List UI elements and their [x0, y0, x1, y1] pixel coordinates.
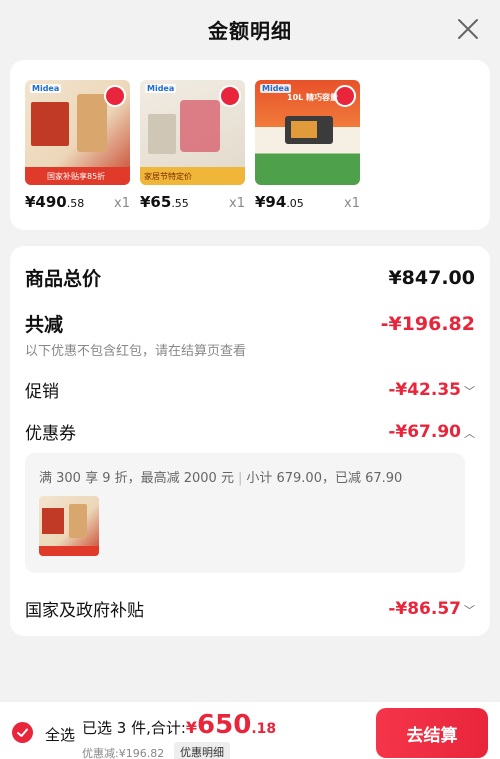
total-price-value: ¥847.00 — [388, 266, 475, 289]
page-title: 金额明细 — [208, 18, 292, 43]
promo-row[interactable]: 促销 -¥42.35 ﹀ — [25, 377, 475, 403]
reduce-label: 共减 — [25, 314, 64, 336]
coupon-detail-box: 满 300 享 9 折，最高减 2000 元 | 小计 679.00，已减 67.9… — [25, 453, 465, 573]
chevron-down-icon: ﹀ — [464, 384, 475, 398]
header: 金额明细 — [0, 0, 500, 58]
selected-check-icon[interactable] — [219, 85, 241, 107]
reduce-note: 以下优惠不包含红包，请在结算页查看 — [25, 344, 247, 359]
promo-strip: 家居节特定价 — [140, 167, 245, 185]
order-summary: 已选 3 件,合计:¥650.18 — [82, 710, 277, 740]
product-item[interactable]: Midea 国家补贴享85折 ¥490.58 x1 — [25, 80, 130, 230]
chevron-down-icon: ﹀ — [464, 603, 475, 617]
total-price-label: 商品总价 — [25, 268, 102, 290]
check-icon — [17, 728, 28, 737]
coupon-row[interactable]: 优惠券 -¥67.90 ︿ — [25, 419, 475, 445]
saved-amount: 优惠减:¥196.82 — [82, 747, 165, 759]
reduce-row: 共减 -¥196.82 — [25, 310, 475, 337]
coupon-product-image — [39, 496, 99, 556]
select-all-checkbox[interactable] — [12, 722, 33, 743]
chevron-up-icon: ︿ — [464, 426, 475, 440]
product-price: ¥94.05 — [255, 193, 304, 211]
product-qty: x1 — [229, 196, 245, 211]
select-all-label[interactable]: 全选 — [45, 724, 75, 745]
total-amount: ¥650.18 — [185, 710, 277, 740]
amount-details: 商品总价 ¥847.00 共减 -¥196.82 以下优惠不包含红包，请在结算页… — [10, 246, 490, 636]
product-price: ¥65.55 — [140, 193, 189, 211]
price-row: ¥94.05 x1 — [255, 193, 360, 211]
brand-logo: Midea — [30, 84, 62, 93]
product-image[interactable]: Midea 国家补贴享85折 — [25, 80, 130, 185]
product-qty: x1 — [114, 196, 130, 211]
price-row: ¥65.55 x1 — [140, 193, 245, 211]
product-item[interactable]: Midea 10L 精巧容量 ¥94.05 x1 — [255, 80, 360, 230]
promo-value: -¥42.35 ﹀ — [388, 379, 475, 400]
coupon-label: 优惠券 — [25, 424, 76, 444]
reduce-value: -¥196.82 — [380, 312, 475, 335]
divider: | — [237, 471, 243, 486]
total-price-row: 商品总价 ¥847.00 — [25, 264, 475, 291]
coupon-info: 满 300 享 9 折，最高减 2000 元 | 小计 679.00，已减 67.9… — [39, 471, 403, 486]
subsidy-row[interactable]: 国家及政府补贴 -¥86.57 ﹀ — [25, 596, 475, 622]
brand-logo: Midea — [145, 84, 177, 93]
product-image[interactable]: Midea 家居节特定价 — [140, 80, 245, 185]
subsidy-value: -¥86.57 ﹀ — [388, 598, 475, 619]
subsidy-label: 国家及政府补贴 — [25, 601, 144, 621]
product-image[interactable]: Midea 10L 精巧容量 — [255, 80, 360, 185]
product-list: Midea 国家补贴享85折 ¥490.58 x1 Midea 家居节特定价 ¥… — [10, 60, 490, 230]
promo-label: 促销 — [25, 382, 59, 402]
checkout-button[interactable]: 去结算 — [376, 708, 488, 758]
bottom-bar: 全选 已选 3 件,合计:¥650.18 优惠减:¥196.82 优惠明细 去结… — [0, 702, 500, 759]
product-price: ¥490.58 — [25, 193, 85, 211]
price-row: ¥490.58 x1 — [25, 193, 130, 211]
product-qty: x1 — [344, 196, 360, 211]
selected-check-icon[interactable] — [104, 85, 126, 107]
product-item[interactable]: Midea 家居节特定价 ¥65.55 x1 — [140, 80, 245, 230]
coupon-value: -¥67.90 ︿ — [388, 421, 475, 442]
discount-detail-button[interactable]: 优惠明细 — [174, 742, 230, 759]
promo-strip: 10L 精巧容量 — [287, 92, 339, 102]
close-icon[interactable] — [456, 17, 480, 41]
promo-strip: 国家补贴享85折 — [25, 167, 130, 185]
